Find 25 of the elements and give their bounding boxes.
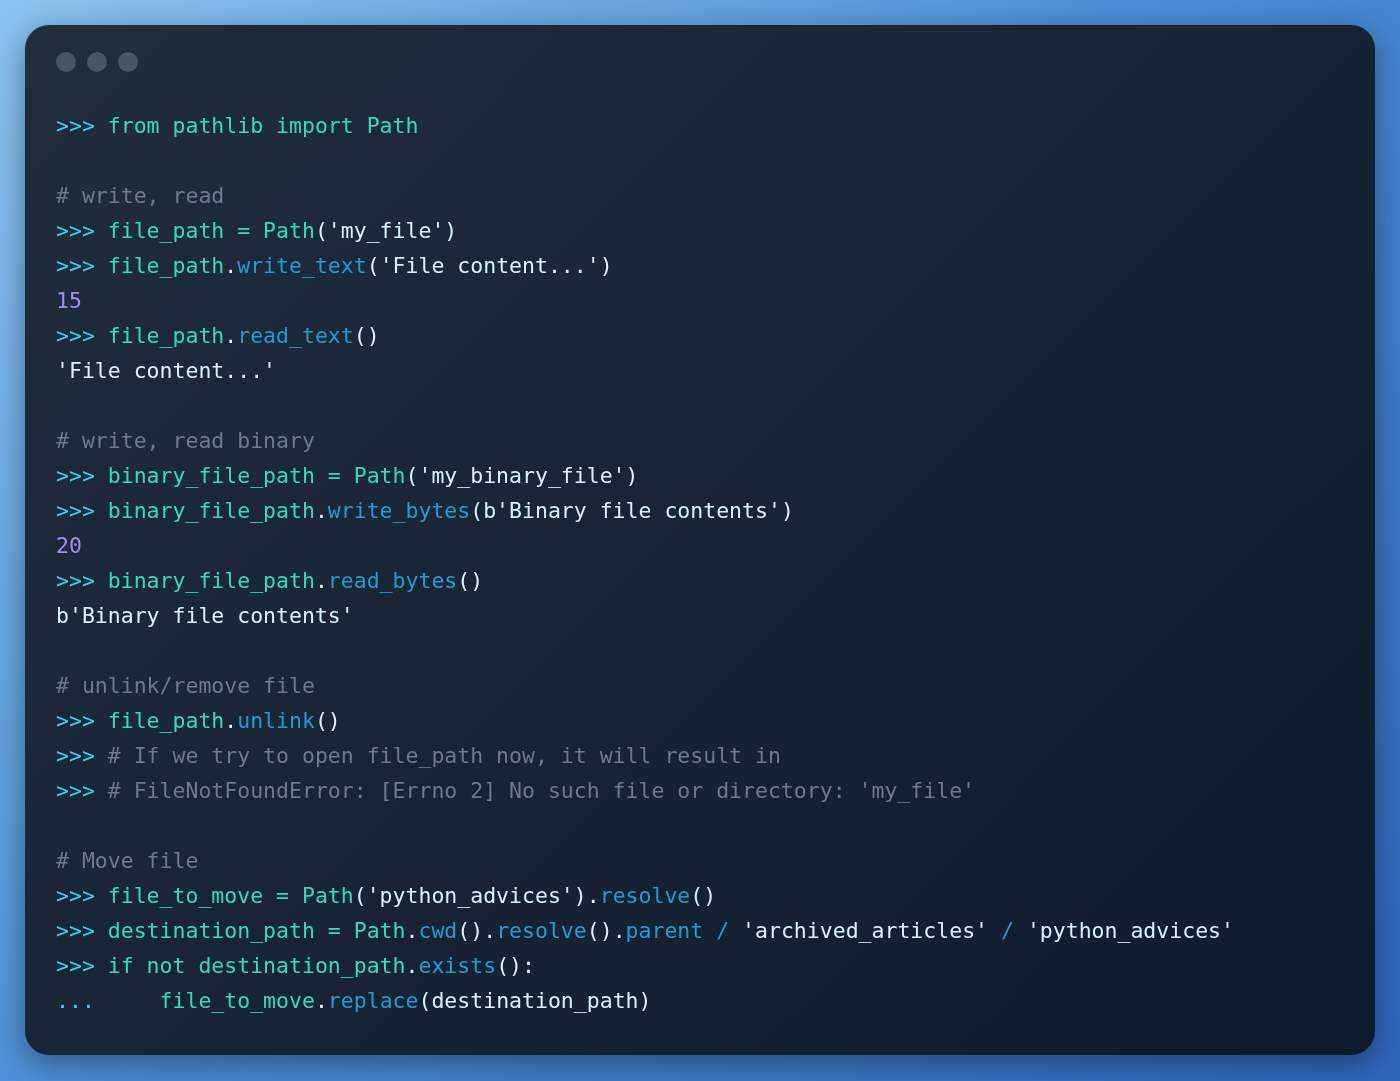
window-dot — [87, 52, 107, 72]
code-line: 'File content...' — [56, 357, 277, 385]
code-line: # write, read binary — [56, 427, 315, 455]
code-line: >>> file_path = Path('my_file') — [56, 217, 458, 245]
code-line: 15 — [56, 287, 82, 315]
code-line: 20 — [56, 532, 82, 560]
code-line: >>> file_path.unlink() — [56, 707, 341, 735]
code-line: >>> if not destination_path.exists(): — [56, 952, 535, 980]
code-line: >>> file_path.read_text() — [56, 322, 380, 350]
code-line: >>> destination_path = Path.cwd().resolve().parent / 'archived_articles' / 'python_advices' — [56, 917, 1234, 945]
code-line: >>> binary_file_path = Path('my_binary_file') — [56, 462, 639, 490]
code-line: >>> binary_file_path.read_bytes() — [56, 567, 484, 595]
window-dot — [118, 52, 138, 72]
window-dot — [56, 52, 76, 72]
code-line: >>> # FileNotFoundError: [Errno 2] No such file or directory: 'my_file' — [56, 777, 976, 805]
code-line: ... file_to_move.replace(destination_path) — [56, 987, 652, 1015]
code-line: b'Binary file contents' — [56, 602, 354, 630]
code-line: # Move file — [56, 847, 199, 875]
code-line: >>> file_path.write_text('File content...') — [56, 252, 613, 280]
code-line: >>> binary_file_path.write_bytes(b'Binary file contents') — [56, 497, 794, 525]
code-line: # write, read — [56, 182, 225, 210]
code-line: >>> file_to_move = Path('python_advices').resolve() — [56, 882, 717, 910]
code-line: >>> from pathlib import Path — [56, 112, 419, 140]
code-line: # unlink/remove file — [56, 672, 315, 700]
code-line: >>> # If we try to open file_path now, it will result in — [56, 742, 781, 770]
